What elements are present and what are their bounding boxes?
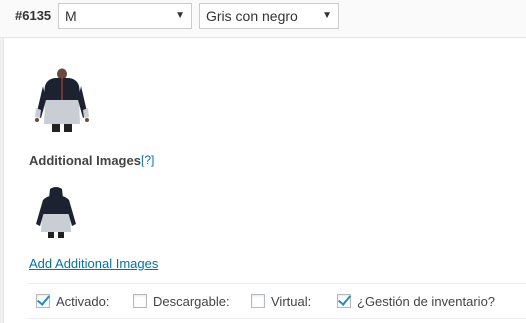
jacket-back-image: [36, 187, 76, 238]
downloadable-checkbox[interactable]: [133, 294, 147, 308]
additional-images-title: Additional Images: [29, 153, 141, 168]
enabled-label: Activado:: [56, 293, 110, 309]
option-manage-stock[interactable]: ¿Gestión de inventario?: [337, 292, 495, 310]
chevron-down-icon: ▼: [322, 10, 332, 21]
enabled-checkbox[interactable]: [36, 294, 50, 308]
option-enabled[interactable]: Activado:: [36, 292, 109, 310]
size-select[interactable]: M ▼: [58, 3, 192, 29]
color-select-value: Gris con negro: [206, 8, 298, 24]
jacket-image: [35, 68, 89, 132]
variation-header: #6135 M ▼ Gris con negro ▼: [0, 0, 526, 38]
variation-options: Activado: Descargable: Virtual: ¿Gestión…: [27, 283, 526, 319]
color-select[interactable]: Gris con negro ▼: [199, 3, 339, 29]
size-select-value: M: [65, 8, 77, 24]
manage-stock-label: ¿Gestión de inventario?: [357, 293, 496, 309]
manage-stock-checkbox[interactable]: [337, 294, 351, 308]
help-link[interactable]: [?]: [141, 153, 154, 167]
chevron-down-icon: ▼: [175, 10, 185, 21]
additional-image[interactable]: [33, 186, 79, 238]
variation-image[interactable]: [31, 68, 93, 132]
option-virtual[interactable]: Virtual:: [251, 292, 311, 310]
virtual-label: Virtual:: [271, 293, 312, 309]
add-additional-images-link[interactable]: Add Additional Images: [29, 256, 158, 271]
variation-id: #6135: [15, 8, 52, 23]
downloadable-label: Descargable:: [153, 293, 230, 309]
virtual-checkbox[interactable]: [251, 294, 265, 308]
option-downloadable[interactable]: Descargable:: [133, 292, 230, 310]
